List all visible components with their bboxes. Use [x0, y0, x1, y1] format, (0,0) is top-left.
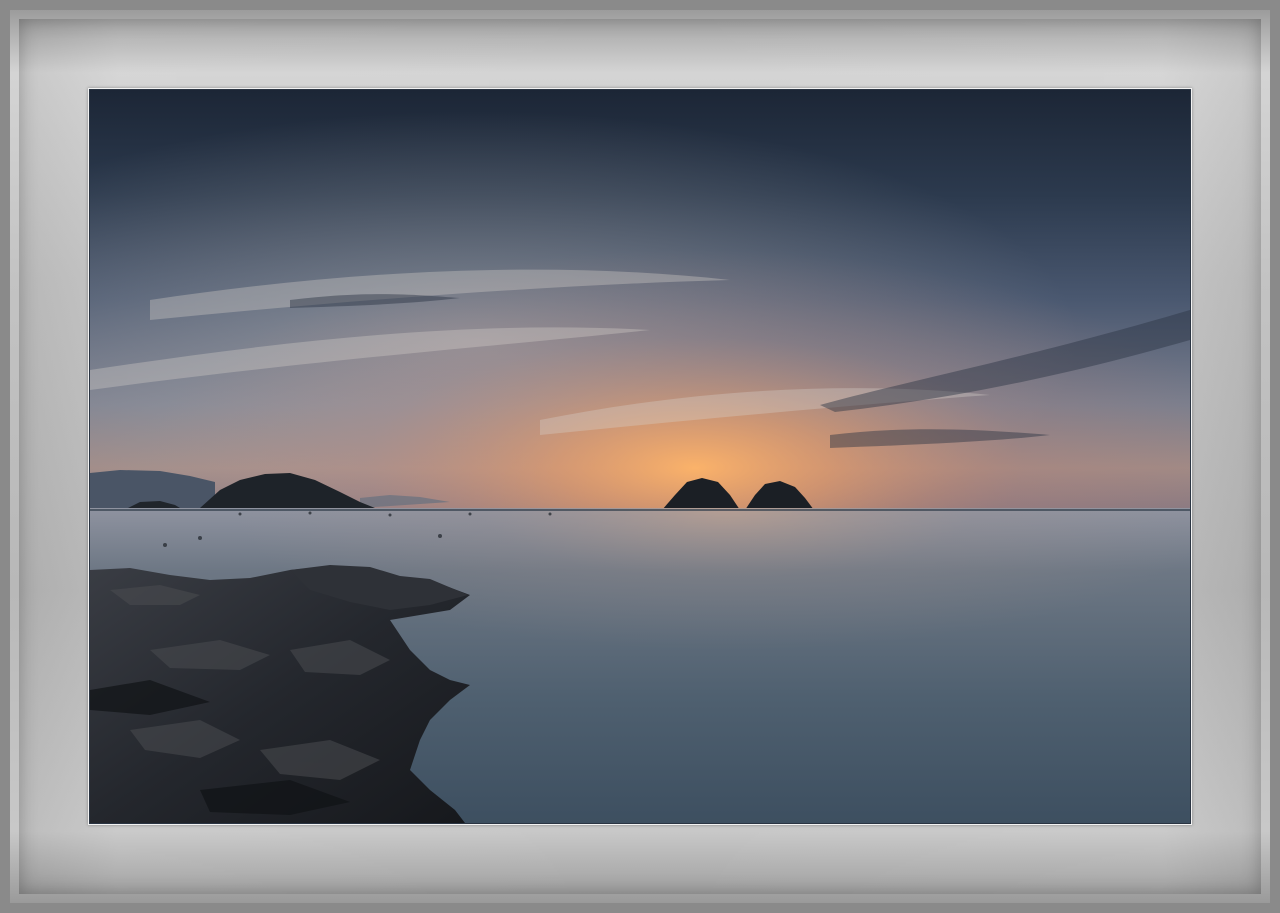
photo-border [88, 88, 1192, 825]
seascape-photo [90, 90, 1190, 823]
